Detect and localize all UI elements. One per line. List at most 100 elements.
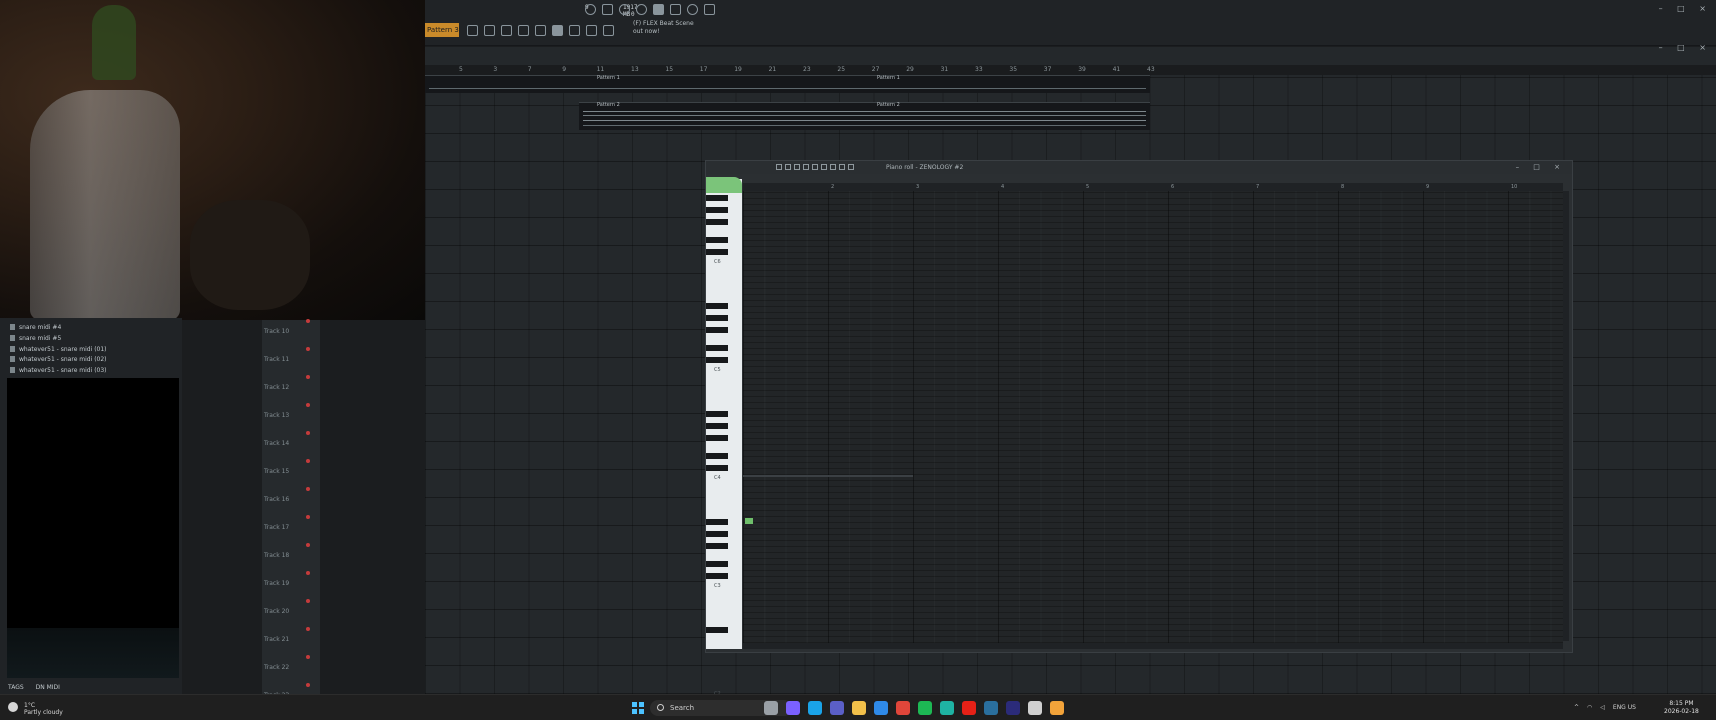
black-key[interactable] — [706, 315, 728, 321]
browser-icon[interactable] — [535, 25, 546, 36]
piano-roll-titlebar[interactable]: Piano roll - ZENOLOGY #2 – □ × — [706, 161, 1572, 174]
track-label[interactable]: Track 18 — [264, 552, 289, 559]
black-key[interactable] — [706, 453, 728, 459]
playlist-ruler[interactable]: 5 3 7 9 11 13 15 17 19 21 23 25 27 29 31 33 35 37 39 41 43 — [425, 65, 1716, 75]
black-key[interactable] — [706, 219, 728, 225]
black-key[interactable] — [706, 531, 728, 537]
track-record-dot[interactable] — [306, 431, 310, 435]
news-panel[interactable]: (F) FLEX Beat Scene out now! — [633, 20, 694, 36]
track-label[interactable]: Track 14 — [264, 440, 289, 447]
copilot-icon[interactable] — [786, 701, 800, 715]
track-record-dot[interactable] — [306, 319, 310, 323]
slice-icon[interactable] — [812, 164, 818, 170]
playback-icon[interactable] — [839, 164, 845, 170]
export-icon[interactable] — [670, 4, 681, 15]
pattern-selector[interactable]: Pattern 3 — [425, 23, 459, 37]
delete-icon[interactable] — [794, 164, 800, 170]
plugin-icon[interactable] — [552, 25, 563, 36]
black-key[interactable] — [706, 237, 728, 243]
black-key[interactable] — [706, 627, 728, 633]
track-record-dot[interactable] — [306, 599, 310, 603]
start-button[interactable] — [632, 702, 644, 714]
chat-icon[interactable] — [687, 4, 698, 15]
track-record-dot[interactable] — [306, 487, 310, 491]
track-label[interactable]: Track 22 — [264, 664, 289, 671]
browser-item[interactable]: whatever51 - snare midi (02) — [10, 356, 107, 363]
weather-icon[interactable] — [8, 702, 18, 712]
track-record-dot[interactable] — [306, 515, 310, 519]
black-key[interactable] — [706, 435, 728, 441]
track-record-dot[interactable] — [306, 627, 310, 631]
clock[interactable]: 8:15 PM 2026-02-18 — [1664, 700, 1699, 716]
premiere-icon[interactable] — [1006, 701, 1020, 715]
black-key[interactable] — [706, 207, 728, 213]
track-label[interactable]: Track 15 — [264, 468, 289, 475]
metronome-icon[interactable] — [585, 4, 596, 15]
store-icon[interactable] — [874, 701, 888, 715]
pencil-icon[interactable] — [776, 164, 782, 170]
volume-icon[interactable]: ◁ — [1600, 704, 1605, 711]
chevron-up-icon[interactable]: ^ — [1574, 704, 1579, 711]
black-key[interactable] — [706, 423, 728, 429]
piano-roll-icon[interactable] — [484, 25, 495, 36]
stamp-icon[interactable] — [586, 25, 597, 36]
youtube-icon[interactable] — [962, 701, 976, 715]
playlist-icon[interactable] — [467, 25, 478, 36]
track-label[interactable]: Track 11 — [264, 356, 289, 363]
window-controls[interactable]: – □ × — [1659, 4, 1712, 13]
track-record-dot[interactable] — [306, 655, 310, 659]
track-label[interactable]: Track 12 — [264, 384, 289, 391]
chrome-icon[interactable] — [896, 701, 910, 715]
browser-item[interactable]: whatever51 - snare midi (03) — [10, 367, 107, 374]
piano-roll-grid[interactable] — [743, 191, 1563, 643]
zoom-icon[interactable] — [830, 164, 836, 170]
track-record-dot[interactable] — [306, 347, 310, 351]
playlist-window-controls[interactable]: – □ × — [1659, 43, 1712, 52]
black-key[interactable] — [706, 345, 728, 351]
note-marker[interactable] — [745, 518, 753, 524]
edge-icon[interactable] — [808, 701, 822, 715]
weather-widget[interactable]: 1°C Partly cloudy — [24, 702, 63, 716]
wifi-icon[interactable]: ◠ — [1587, 704, 1592, 711]
track-record-dot[interactable] — [306, 459, 310, 463]
piano-keyboard[interactable]: C6C5C4C3C2 — [706, 177, 742, 697]
track-label[interactable]: Track 21 — [264, 636, 289, 643]
black-key[interactable] — [706, 519, 728, 525]
upload-icon[interactable] — [704, 4, 715, 15]
black-key[interactable] — [706, 303, 728, 309]
black-key[interactable] — [706, 195, 728, 201]
browser-item[interactable]: snare midi #4 — [10, 324, 61, 331]
track-record-dot[interactable] — [306, 375, 310, 379]
piano-roll-menu-tab[interactable] — [706, 177, 742, 193]
black-key[interactable] — [706, 249, 728, 255]
touch-icon[interactable] — [569, 25, 580, 36]
mic-icon[interactable] — [619, 4, 630, 15]
speaker-icon[interactable] — [848, 164, 854, 170]
browser-item[interactable]: snare midi #5 — [10, 335, 61, 342]
teams-icon[interactable] — [830, 701, 844, 715]
piano-roll-ruler[interactable]: 2 3 4 5 6 7 8 9 10 — [743, 183, 1563, 191]
vertical-scrollbar[interactable] — [1563, 191, 1569, 641]
track-label[interactable]: Track 13 — [264, 412, 289, 419]
track-label[interactable]: Track 17 — [264, 524, 289, 531]
playlist-clip[interactable] — [425, 75, 1150, 93]
help-icon[interactable] — [636, 4, 647, 15]
track-record-dot[interactable] — [306, 683, 310, 687]
black-key[interactable] — [706, 573, 728, 579]
fl-studio-icon[interactable] — [1050, 701, 1064, 715]
browser-item[interactable]: whatever51 - snare midi (01) — [10, 346, 107, 353]
playlist-clip[interactable] — [579, 102, 1150, 130]
spotify-icon[interactable] — [918, 701, 932, 715]
black-key[interactable] — [706, 543, 728, 549]
track-label[interactable]: Track 10 — [264, 328, 289, 335]
track-label[interactable]: Track 16 — [264, 496, 289, 503]
paint-icon[interactable] — [785, 164, 791, 170]
snap-icon[interactable] — [603, 25, 614, 36]
browser-tags[interactable]: TAGS — [8, 684, 24, 691]
channel-rack-icon[interactable] — [501, 25, 512, 36]
track-record-dot[interactable] — [306, 543, 310, 547]
cut-icon[interactable] — [602, 4, 613, 15]
black-key[interactable] — [706, 561, 728, 567]
mixer-icon[interactable] — [518, 25, 529, 36]
black-key[interactable] — [706, 327, 728, 333]
